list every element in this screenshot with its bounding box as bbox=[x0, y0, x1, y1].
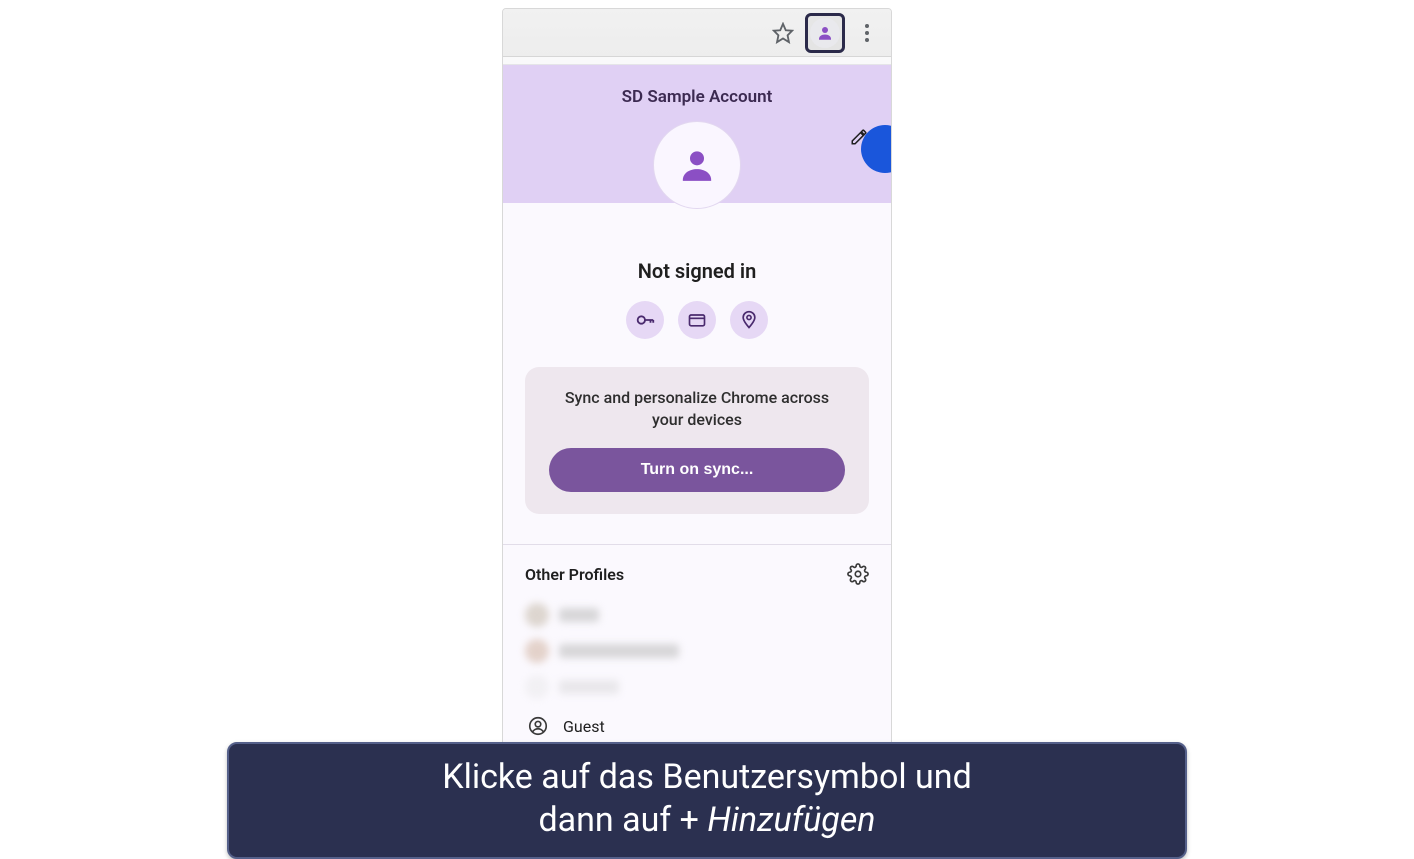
kebab-menu-icon[interactable] bbox=[849, 15, 885, 51]
guest-profile-row[interactable]: Guest bbox=[525, 705, 869, 745]
sync-card: Sync and personalize Chrome across your … bbox=[525, 367, 869, 514]
guest-label: Guest bbox=[563, 717, 605, 736]
profile-row-redacted[interactable] bbox=[525, 633, 869, 669]
quick-access-row bbox=[525, 301, 869, 339]
instruction-caption: Klicke auf das Benutzersymbol und dann a… bbox=[227, 742, 1187, 859]
account-name: SD Sample Account bbox=[503, 87, 891, 107]
profile-panel: SD Sample Account Not signed in bbox=[503, 65, 891, 748]
manage-profiles-gear-icon[interactable] bbox=[847, 563, 869, 585]
browser-window: SD Sample Account Not signed in bbox=[502, 8, 892, 748]
caption-line2-italic: Hinzufügen bbox=[707, 800, 875, 840]
bookmark-star-icon[interactable] bbox=[765, 15, 801, 51]
addresses-icon[interactable] bbox=[730, 301, 768, 339]
profile-avatar[interactable] bbox=[653, 121, 741, 209]
profile-row-redacted[interactable] bbox=[525, 597, 869, 633]
guest-icon bbox=[527, 715, 549, 737]
profile-icon[interactable] bbox=[805, 13, 845, 53]
other-profiles-heading: Other Profiles bbox=[525, 565, 624, 584]
caption-line2-prefix: dann auf + bbox=[538, 800, 707, 840]
browser-toolbar bbox=[503, 9, 891, 57]
passwords-icon[interactable] bbox=[626, 301, 664, 339]
tab-strip bbox=[503, 57, 891, 65]
profile-body: Not signed in Sync and personalize Chrom… bbox=[503, 203, 891, 536]
profile-header: SD Sample Account bbox=[503, 65, 891, 203]
payments-icon[interactable] bbox=[678, 301, 716, 339]
profile-row-redacted[interactable] bbox=[525, 669, 869, 705]
caption-line1: Klicke auf das Benutzersymbol und bbox=[442, 757, 972, 797]
edit-profile-button[interactable] bbox=[845, 123, 873, 151]
signin-status: Not signed in bbox=[525, 259, 869, 283]
turn-on-sync-button[interactable]: Turn on sync... bbox=[549, 448, 845, 492]
sync-description: Sync and personalize Chrome across your … bbox=[549, 387, 845, 430]
other-profiles-section: Other Profiles Guest bbox=[503, 545, 891, 745]
